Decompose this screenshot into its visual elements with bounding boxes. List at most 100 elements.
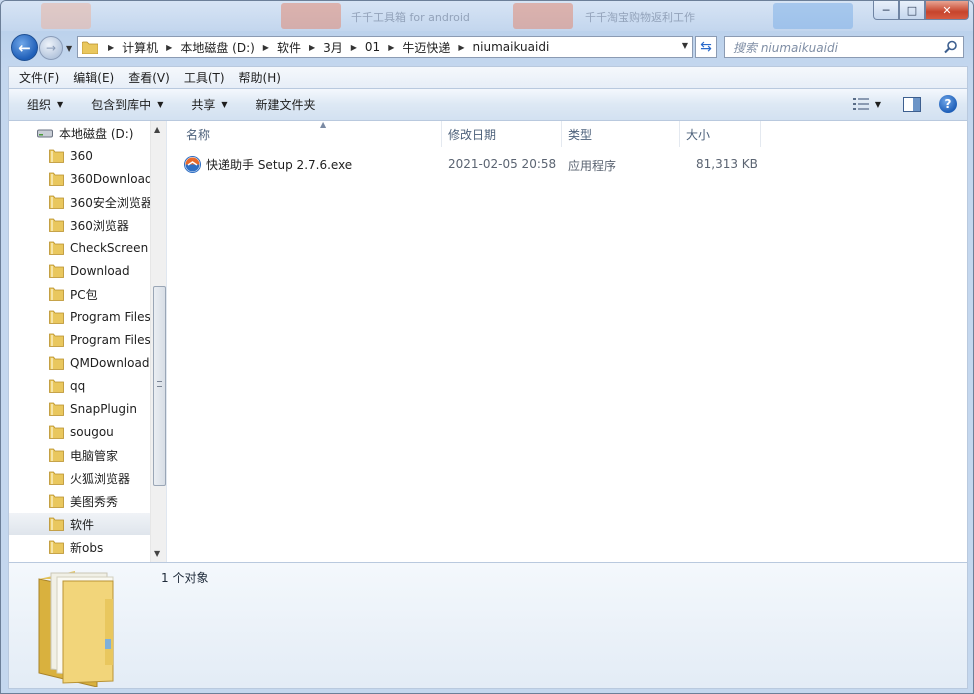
nav-folder-item[interactable]: PC包 <box>9 283 150 305</box>
history-dropdown-icon[interactable]: ▼ <box>66 44 72 53</box>
new-folder-button[interactable]: 新建文件夹 <box>256 96 316 113</box>
nav-folder-item[interactable]: 电脑管家 <box>9 444 150 466</box>
nav-folder-item[interactable]: 软件 <box>9 513 150 535</box>
scroll-down-arrow-icon[interactable]: ▼ <box>154 549 160 558</box>
folder-icon <box>49 448 64 462</box>
folder-icon <box>49 425 64 439</box>
breadcrumb-01[interactable]: 01 ▶ <box>365 40 402 54</box>
column-header-type[interactable]: 类型 <box>562 121 680 147</box>
file-type: 应用程序 <box>568 159 617 173</box>
nav-folder-item[interactable]: Program Files <box>9 306 150 328</box>
breadcrumb-niumai[interactable]: 牛迈快递 ▶ <box>402 39 472 56</box>
address-dropdown-icon[interactable]: ▼ <box>682 41 688 50</box>
organize-button[interactable]: 组织 ▼ <box>27 96 63 113</box>
column-name-label: 名称 <box>186 127 211 142</box>
window-controls: ─ □ ✕ <box>873 1 969 21</box>
search-box[interactable]: 搜索 niumaikuaidi <box>724 36 964 58</box>
nav-folder-label: 火狐浏览器 <box>70 471 131 486</box>
search-input[interactable]: 搜索 niumaikuaidi <box>733 39 838 56</box>
object-count: 1 个对象 <box>161 571 209 585</box>
folder-icon <box>82 41 98 54</box>
folder-icon <box>49 471 64 485</box>
nav-folder-item[interactable]: 360Download <box>9 168 150 190</box>
blurred-thumbnail <box>513 3 573 29</box>
breadcrumb-niumaikuaidi[interactable]: niumaikuaidi <box>473 40 550 54</box>
nav-folder-item[interactable]: 火狐浏览器 <box>9 467 150 489</box>
folder-icon <box>49 172 64 186</box>
nav-folder-label: Download <box>70 264 130 278</box>
nav-folder-item[interactable]: 新obs <box>9 536 150 558</box>
blurred-title-text: 千千淘宝购物返利工作 <box>585 11 695 24</box>
nav-folder-label: qq <box>70 379 86 393</box>
view-dropdown-icon[interactable]: ▼ <box>875 100 881 109</box>
menu-bar: 文件(F) 编辑(E) 查看(V) 工具(T) 帮助(H) <box>8 66 968 88</box>
close-button[interactable]: ✕ <box>925 1 969 20</box>
nav-folder-label: 360安全浏览器 <box>70 195 150 210</box>
scroll-up-arrow-icon[interactable]: ▲ <box>154 125 160 134</box>
navigation-scrollbar[interactable]: ▲ ▼ <box>150 121 166 562</box>
breadcrumb-march[interactable]: 3月 ▶ <box>323 39 365 56</box>
nav-folder-item[interactable]: 美图秀秀 <box>9 490 150 512</box>
nav-folder-item[interactable]: Download <box>9 260 150 282</box>
minimize-button[interactable]: ─ <box>873 1 899 20</box>
nav-folder-item[interactable]: qq <box>9 375 150 397</box>
nav-folder-label: 360Download <box>70 172 150 186</box>
navigation-row: ← → ▼ ▶ 计算机 ▶ 本地磁盘 (D:) ▶ 软件 ▶ 3月 ▶ 01 ▶ 牛迈快递… <box>1 31 973 63</box>
nav-folder-label: 360 <box>70 149 93 163</box>
folder-icon <box>49 149 64 163</box>
menu-file[interactable]: 文件(F) <box>19 69 59 86</box>
include-in-library-button[interactable]: 包含到库中 ▼ <box>91 96 163 113</box>
folder-icon <box>49 517 64 531</box>
breadcrumb-drive-d[interactable]: 本地磁盘 (D:) ▶ <box>180 39 277 56</box>
chevron-down-icon: ▼ <box>157 100 164 109</box>
nav-folder-item[interactable]: 360浏览器 <box>9 214 150 236</box>
maximize-button[interactable]: □ <box>899 1 925 20</box>
refresh-button[interactable]: ⇆ <box>695 36 717 58</box>
nav-folder-label: 美图秀秀 <box>70 494 119 509</box>
arrow-left-icon: ← <box>18 38 31 57</box>
menu-view[interactable]: 查看(V) <box>128 69 170 86</box>
folder-icon <box>49 264 64 278</box>
menu-help[interactable]: 帮助(H) <box>239 69 281 86</box>
address-bar[interactable]: ▶ 计算机 ▶ 本地磁盘 (D:) ▶ 软件 ▶ 3月 ▶ 01 ▶ 牛迈快递 ▶ nium… <box>77 36 693 58</box>
menu-tools[interactable]: 工具(T) <box>184 69 225 86</box>
help-icon[interactable]: ? <box>939 95 957 113</box>
breadcrumb-separator[interactable]: ▶ <box>104 43 122 52</box>
blurred-thumbnail <box>41 3 91 29</box>
view-controls: ▼ ? <box>852 95 957 113</box>
content-area: 本地磁盘 (D:) 360 360Download 360安全浏览器 360浏览器 Ch… <box>8 120 968 562</box>
scroll-grip <box>157 381 162 387</box>
nav-folder-item[interactable]: 360 <box>9 145 150 167</box>
arrow-right-icon: → <box>45 41 57 55</box>
nav-folder-item[interactable]: SnapPlugin <box>9 398 150 420</box>
nav-folder-label: Program Files <box>70 333 150 347</box>
file-date: 2021-02-05 20:58 <box>448 157 557 171</box>
menu-edit[interactable]: 编辑(E) <box>73 69 114 86</box>
nav-folder-item[interactable]: Program Files <box>9 329 150 351</box>
breadcrumb-software[interactable]: 软件 ▶ <box>277 39 323 56</box>
column-header-size[interactable]: 大小 <box>680 121 761 147</box>
back-button[interactable]: ← <box>11 34 38 61</box>
share-button[interactable]: 共享 ▼ <box>191 96 227 113</box>
folder-icon <box>49 195 64 209</box>
nav-folder-item[interactable]: CheckScreen <box>9 237 150 259</box>
nav-folder-label: sougou <box>70 425 114 439</box>
column-header-name[interactable]: 名称 ▲ <box>180 120 442 147</box>
forward-button[interactable]: → <box>39 36 63 60</box>
folder-large-icon <box>38 571 114 687</box>
nav-folder-item[interactable]: QMDownload <box>9 352 150 374</box>
chevron-down-icon: ▼ <box>57 100 64 109</box>
column-header-date[interactable]: 修改日期 <box>442 121 562 147</box>
preview-pane-icon[interactable] <box>903 96 921 112</box>
folder-icon <box>49 241 64 255</box>
view-details-icon[interactable] <box>852 97 869 111</box>
nav-folder-item[interactable]: sougou <box>9 421 150 443</box>
scroll-thumb[interactable] <box>153 286 166 486</box>
breadcrumb-computer[interactable]: 计算机 ▶ <box>122 39 180 56</box>
nav-folder-label: 软件 <box>70 517 95 532</box>
nav-folder-item[interactable]: 360安全浏览器 <box>9 191 150 213</box>
nav-drive-d[interactable]: 本地磁盘 (D:) <box>9 122 150 144</box>
search-icon[interactable] <box>944 40 958 54</box>
refresh-icon: ⇆ <box>700 39 712 55</box>
file-row[interactable]: 快递助手 Setup 2.7.6.exe <box>184 153 352 175</box>
